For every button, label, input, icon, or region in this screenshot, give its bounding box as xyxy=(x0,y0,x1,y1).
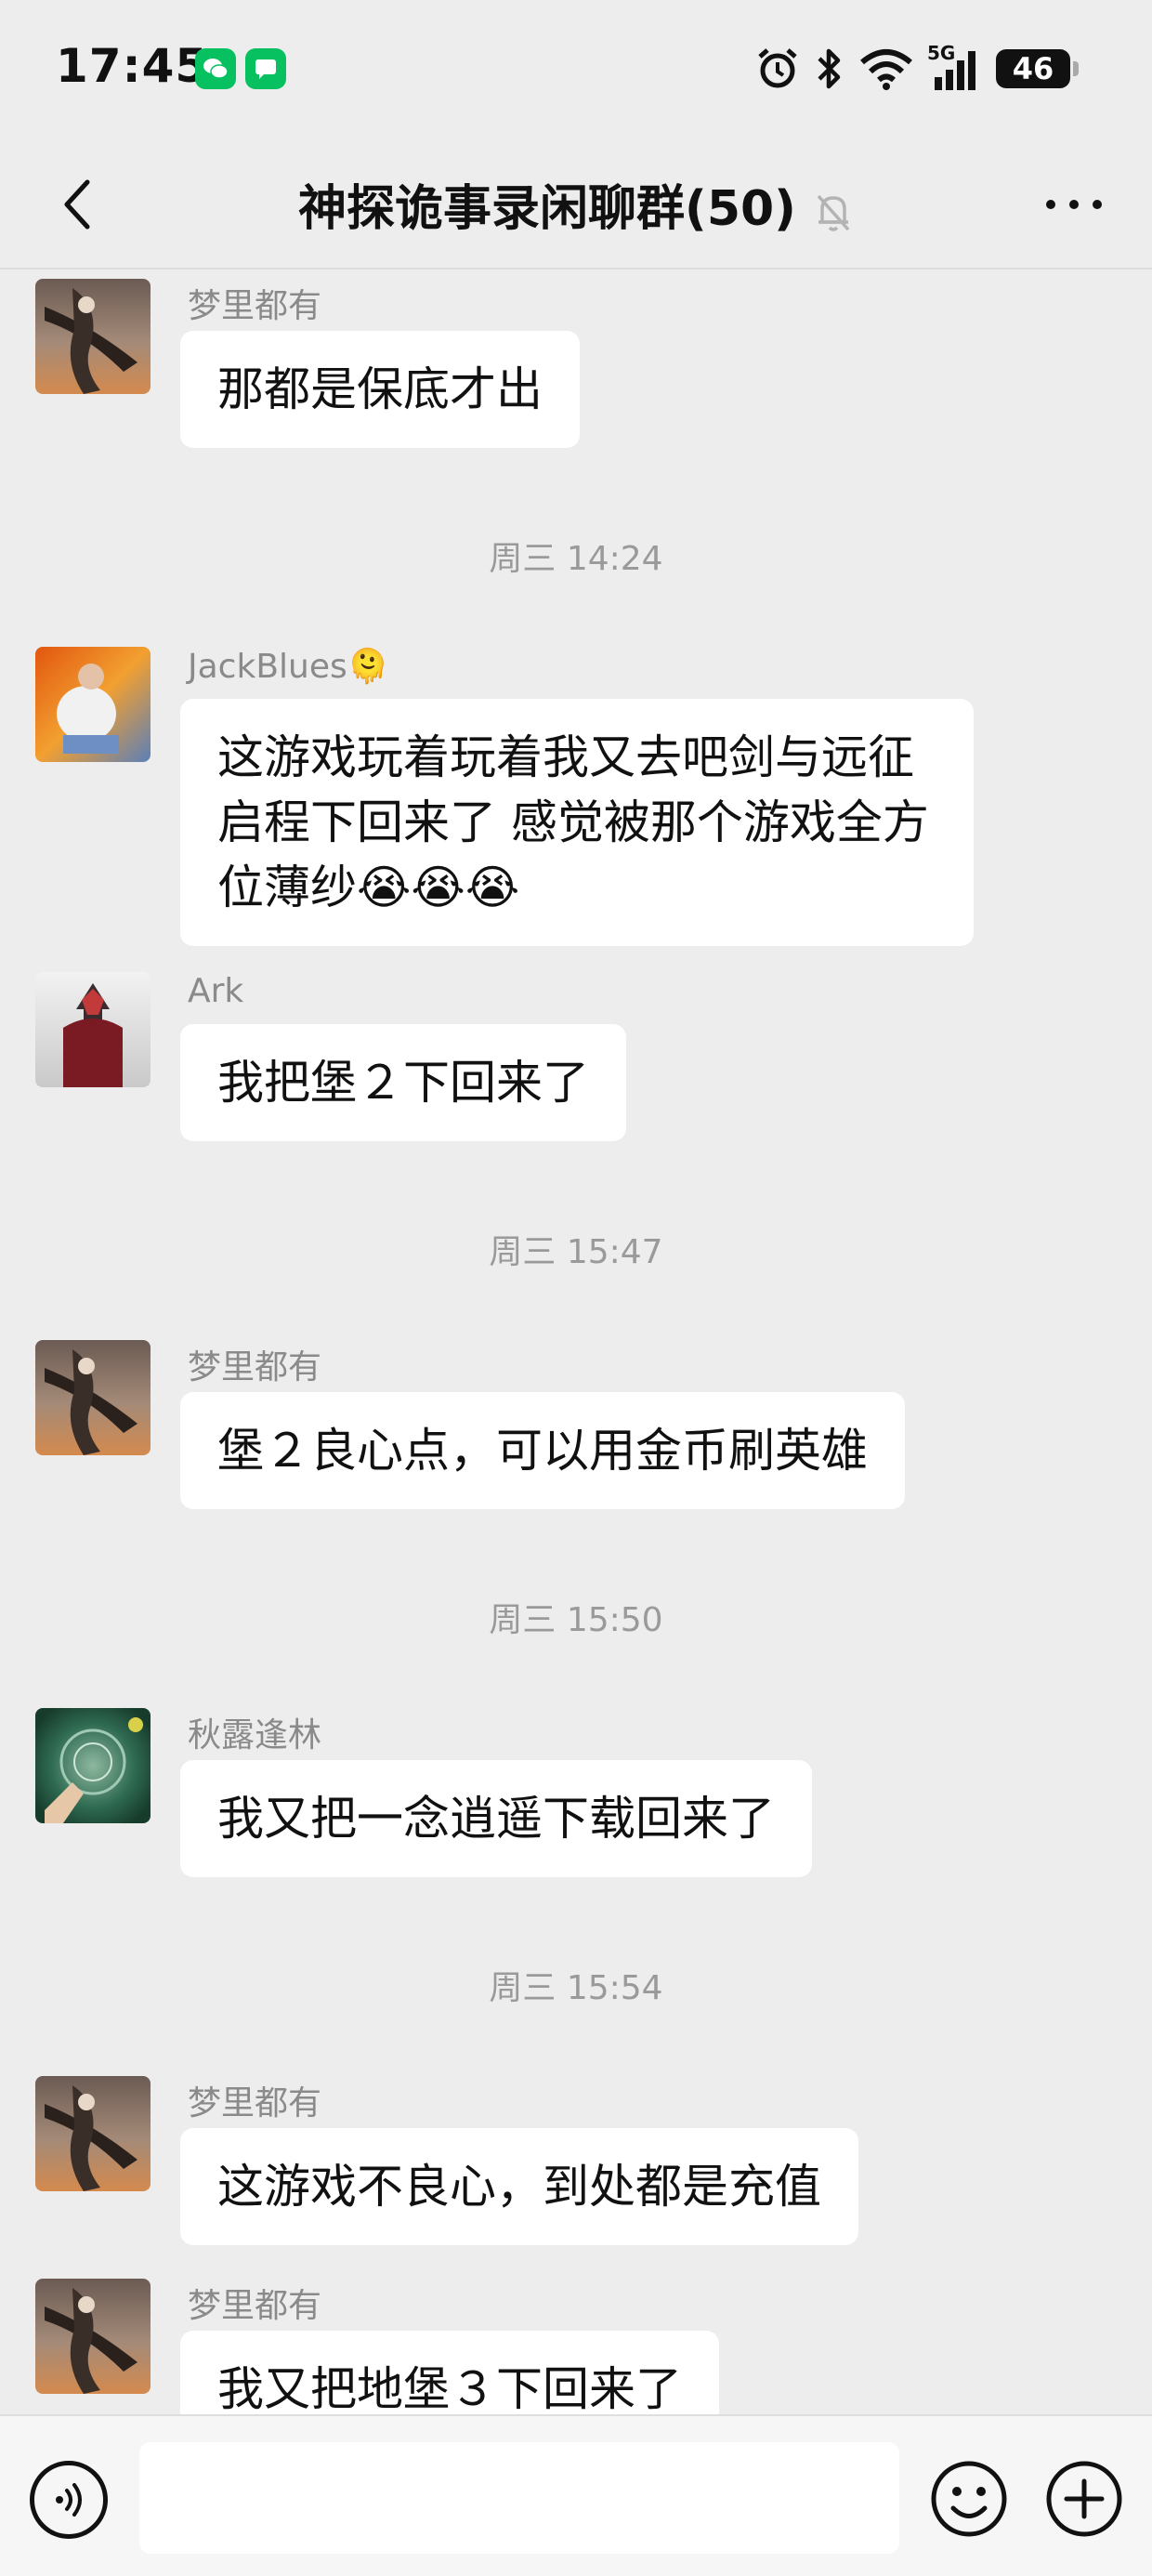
avatar[interactable] xyxy=(35,972,151,1087)
message-time: 周三 15:54 xyxy=(489,1969,663,2007)
sender-name: 梦里都有 xyxy=(188,287,322,325)
status-time: 17:45 xyxy=(56,39,209,93)
message-item: Ark 我把堡２下回来了 xyxy=(35,972,1113,1158)
chat-title: 神探诡事录闲聊群(50) xyxy=(298,181,796,237)
battery-level: 46 xyxy=(1012,51,1054,86)
dream-avatar xyxy=(35,2076,151,2191)
alarm-icon xyxy=(758,48,797,88)
qiulu-avatar xyxy=(35,1708,151,1823)
message-bubble[interactable]: 那都是保底才出 xyxy=(180,331,580,448)
sender-name: 梦里都有 xyxy=(188,1348,322,1387)
jack-avatar xyxy=(35,647,151,762)
chat-title-wrap[interactable]: 神探诡事录闲聊群(50) xyxy=(0,169,1152,239)
status-icons: 5G 46 xyxy=(754,42,1079,95)
message-time: 周三 15:47 xyxy=(489,1233,663,1271)
more-actions-button[interactable] xyxy=(1042,2457,1126,2541)
avatar[interactable] xyxy=(35,279,151,394)
more-icon xyxy=(1046,200,1102,209)
wechat-icon xyxy=(195,48,236,89)
message-bubble[interactable]: 我把堡２下回来了 xyxy=(180,1024,626,1141)
sender-name: Ark xyxy=(188,972,244,1010)
emoji-icon xyxy=(931,2461,1007,2537)
messages-icon xyxy=(245,48,286,89)
sender-name: 秋露逢林 xyxy=(188,1716,322,1755)
more-button[interactable] xyxy=(1037,167,1111,242)
chat-header: 神探诡事录闲聊群(50) xyxy=(0,139,1152,269)
ark-avatar xyxy=(35,972,151,1087)
message-bubble[interactable]: 这游戏玩着玩着我又去吧剑与远征启程下回来了 感觉被那个游戏全方位薄纱😭😭😭 xyxy=(180,699,974,946)
message-item: 梦里都有 这游戏不良心，到处都是充值 xyxy=(35,2076,1113,2262)
sender-name: 梦里都有 xyxy=(188,2287,322,2325)
message-bubble[interactable]: 我又把地堡３下回来了 xyxy=(180,2331,719,2414)
wifi-icon xyxy=(860,49,912,90)
dream-avatar xyxy=(35,2279,151,2394)
avatar[interactable] xyxy=(35,1708,151,1823)
signal-icon: 5G xyxy=(927,42,983,92)
dream-avatar xyxy=(35,1340,151,1455)
status-bar: 17:45 5G 46 xyxy=(0,0,1152,139)
battery-icon: 46 xyxy=(996,49,1079,88)
mute-bell-icon xyxy=(817,194,850,231)
avatar[interactable] xyxy=(35,1340,151,1455)
sender-name: 梦里都有 xyxy=(188,2084,322,2123)
voice-button[interactable] xyxy=(30,2461,108,2539)
avatar[interactable] xyxy=(35,2076,151,2191)
message-item: 秋露逢林 我又把一念逍遥下载回来了 xyxy=(35,1708,1113,1894)
emoji-button[interactable] xyxy=(927,2457,1011,2541)
voice-icon xyxy=(56,2483,82,2517)
input-bar xyxy=(0,2414,1152,2576)
message-item: 梦里都有 堡２良心点，可以用金币刷英雄 xyxy=(35,1340,1113,1526)
message-time: 周三 14:24 xyxy=(489,540,663,578)
message-bubble[interactable]: 堡２良心点，可以用金币刷英雄 xyxy=(180,1392,905,1509)
plus-icon xyxy=(1046,2461,1122,2537)
message-item: 梦里都有 那都是保底才出 xyxy=(35,279,1113,465)
bluetooth-icon xyxy=(818,48,841,89)
message-time: 周三 15:50 xyxy=(489,1601,663,1639)
message-item: JackBlues🫠 这游戏玩着玩着我又去吧剑与远征启程下回来了 感觉被那个游戏… xyxy=(35,647,1113,946)
message-item: 梦里都有 我又把地堡３下回来了 xyxy=(35,2279,1113,2414)
message-bubble[interactable]: 这游戏不良心，到处都是充值 xyxy=(180,2128,858,2245)
message-input[interactable] xyxy=(139,2442,899,2554)
message-list[interactable]: 梦里都有 那都是保底才出 周三 14:24 JackBlues🫠 这游戏玩着玩着… xyxy=(0,271,1152,2414)
avatar[interactable] xyxy=(35,647,151,762)
avatar[interactable] xyxy=(35,2279,151,2394)
dream-avatar xyxy=(35,279,151,394)
message-bubble[interactable]: 我又把一念逍遥下载回来了 xyxy=(180,1760,812,1877)
sender-name: JackBlues🫠 xyxy=(188,648,389,686)
